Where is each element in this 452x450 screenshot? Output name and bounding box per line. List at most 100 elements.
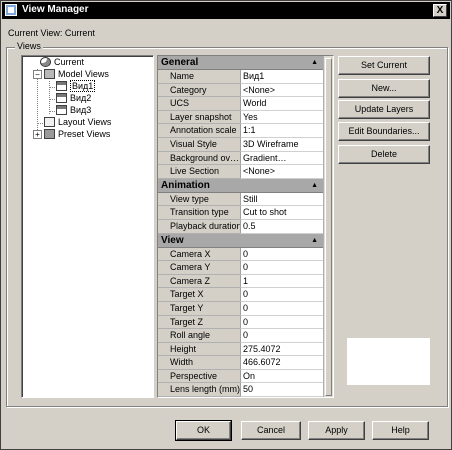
update-layers-button[interactable]: Update Layers <box>338 100 430 119</box>
close-button[interactable]: X <box>433 4 447 17</box>
views-tree[interactable]: Current − Model Views Вид1 Вид2 Вид3 Lay… <box>21 55 154 398</box>
property-name: Lens length (mm) <box>158 383 240 397</box>
view-manager-icon <box>5 4 17 16</box>
property-row[interactable]: Target Y0 <box>158 301 324 316</box>
property-name: Background ov… <box>158 151 240 166</box>
properties-scrollbar[interactable] <box>323 56 333 397</box>
property-name: Width <box>158 356 240 370</box>
property-value[interactable]: World <box>240 97 324 111</box>
property-row[interactable]: Width 466.6072 <box>158 356 324 370</box>
property-row[interactable]: Live Section <None> <box>158 165 324 179</box>
property-value[interactable]: Cut to shot <box>240 206 324 220</box>
property-row[interactable]: Camera Z1 <box>158 274 324 289</box>
property-row[interactable]: Perspective On <box>158 369 324 384</box>
tree-item-label: Вид1 <box>70 80 96 92</box>
property-row[interactable]: Category <None> <box>158 83 324 98</box>
section-view[interactable]: View ▲ <box>158 233 324 248</box>
property-row[interactable]: Visual Style 3D Wireframe <box>158 137 324 152</box>
property-name: Perspective <box>158 369 240 384</box>
property-value[interactable]: 275.4072 <box>240 342 324 357</box>
cancel-button[interactable]: Cancel <box>241 421 301 440</box>
property-value[interactable]: 466.6072 <box>240 356 324 370</box>
property-row[interactable]: Target X0 <box>158 288 324 302</box>
property-value[interactable]: 0 <box>240 301 324 316</box>
property-row[interactable]: View type Still <box>158 192 324 207</box>
property-value[interactable]: <None> <box>240 165 324 179</box>
property-name: Camera Y <box>158 261 240 275</box>
property-value[interactable]: 0 <box>240 315 324 330</box>
property-value[interactable]: 0 <box>240 288 324 302</box>
help-button[interactable]: Help <box>372 421 429 440</box>
set-current-button[interactable]: Set Current <box>338 56 430 75</box>
property-row[interactable]: Camera Y0 <box>158 261 324 275</box>
tree-line <box>49 99 55 100</box>
scrollbar-thumb[interactable] <box>325 58 332 396</box>
property-row[interactable]: UCS World <box>158 97 324 111</box>
property-value[interactable]: 0 <box>240 261 324 275</box>
new-button[interactable]: New... <box>338 79 430 98</box>
collapse-toggle[interactable]: − <box>33 70 42 79</box>
property-value[interactable]: 0.5 <box>240 219 324 234</box>
apply-button[interactable]: Apply <box>308 421 365 440</box>
collapse-arrow-icon[interactable]: ▲ <box>311 179 318 193</box>
property-value[interactable]: Gradient… <box>240 151 324 166</box>
property-value[interactable]: 0 <box>240 247 324 262</box>
tree-item-view-2[interactable]: Вид2 <box>56 93 91 104</box>
property-value[interactable]: 1:1 <box>240 124 324 138</box>
property-name: Layer snapshot <box>158 110 240 125</box>
property-row[interactable]: Background ov… Gradient… <box>158 151 324 166</box>
property-value[interactable]: <None> <box>240 83 324 98</box>
property-row[interactable]: Playback duration 0.5 <box>158 219 324 234</box>
property-name: Target Z <box>158 315 240 330</box>
property-value[interactable]: On <box>240 369 324 384</box>
property-name: Live Section <box>158 165 240 179</box>
property-row[interactable]: Transition type Cut to shot <box>158 206 324 220</box>
tree-item-view-3[interactable]: Вид3 <box>56 105 91 116</box>
tree-item-view-1[interactable]: Вид1 <box>56 80 96 92</box>
property-row[interactable]: Camera X0 <box>158 247 324 262</box>
property-row[interactable]: Roll angle 0 <box>158 329 324 343</box>
collapse-arrow-icon[interactable]: ▲ <box>311 56 318 70</box>
property-name: Target X <box>158 288 240 302</box>
layout-views-icon <box>44 117 55 127</box>
properties-grid[interactable]: General ▲ Name Вид1 Category <None> UCS World… <box>157 55 334 398</box>
title-bar[interactable]: View Manager X <box>2 2 450 19</box>
property-value[interactable]: 0 <box>240 329 324 343</box>
property-value[interactable]: 1 <box>240 274 324 289</box>
property-name: Category <box>158 83 240 98</box>
views-group-label: Views <box>15 41 43 51</box>
tree-line <box>37 123 43 124</box>
property-row[interactable]: Target Z0 <box>158 315 324 330</box>
property-row[interactable]: Annotation scale 1:1 <box>158 124 324 138</box>
tree-item-current[interactable]: Current <box>40 57 84 68</box>
property-value[interactable]: 50 <box>240 383 324 397</box>
delete-button[interactable]: Delete <box>338 145 430 164</box>
property-row[interactable]: Height 275.4072 <box>158 342 324 357</box>
tree-item-label: Layout Views <box>58 117 112 127</box>
property-row[interactable]: Lens length (mm) 50 <box>158 383 324 397</box>
tree-item-preset-views[interactable]: Preset Views <box>44 129 110 140</box>
tree-item-model-views[interactable]: Model Views <box>44 69 109 80</box>
property-value[interactable]: Вид1 <box>240 70 324 84</box>
tree-line <box>49 81 50 114</box>
property-name: Camera Z <box>158 274 240 289</box>
property-name: Annotation scale <box>158 124 240 138</box>
collapse-arrow-icon[interactable]: ▲ <box>311 234 318 248</box>
property-value[interactable]: Still <box>240 192 324 207</box>
general-rows: Name Вид1 Category <None> UCS World Layer snap… <box>158 70 324 179</box>
tree-item-label: Вид2 <box>70 93 92 103</box>
named-view-icon <box>56 93 67 103</box>
section-general[interactable]: General ▲ <box>158 56 324 70</box>
property-name: Roll angle <box>158 329 240 343</box>
property-value[interactable]: 3D Wireframe <box>240 137 324 152</box>
section-animation[interactable]: Animation ▲ <box>158 178 324 193</box>
property-name: Height <box>158 342 240 357</box>
property-value[interactable]: Yes <box>240 110 324 125</box>
property-row[interactable]: Name Вид1 <box>158 70 324 84</box>
property-row[interactable]: Layer snapshot Yes <box>158 110 324 125</box>
expand-toggle[interactable]: + <box>33 130 42 139</box>
edit-boundaries-button[interactable]: Edit Boundaries... <box>338 122 430 141</box>
ok-button[interactable]: OK <box>175 420 232 441</box>
properties-content: General ▲ Name Вид1 Category <None> UCS World… <box>158 56 324 397</box>
tree-item-layout-views[interactable]: Layout Views <box>44 117 111 128</box>
